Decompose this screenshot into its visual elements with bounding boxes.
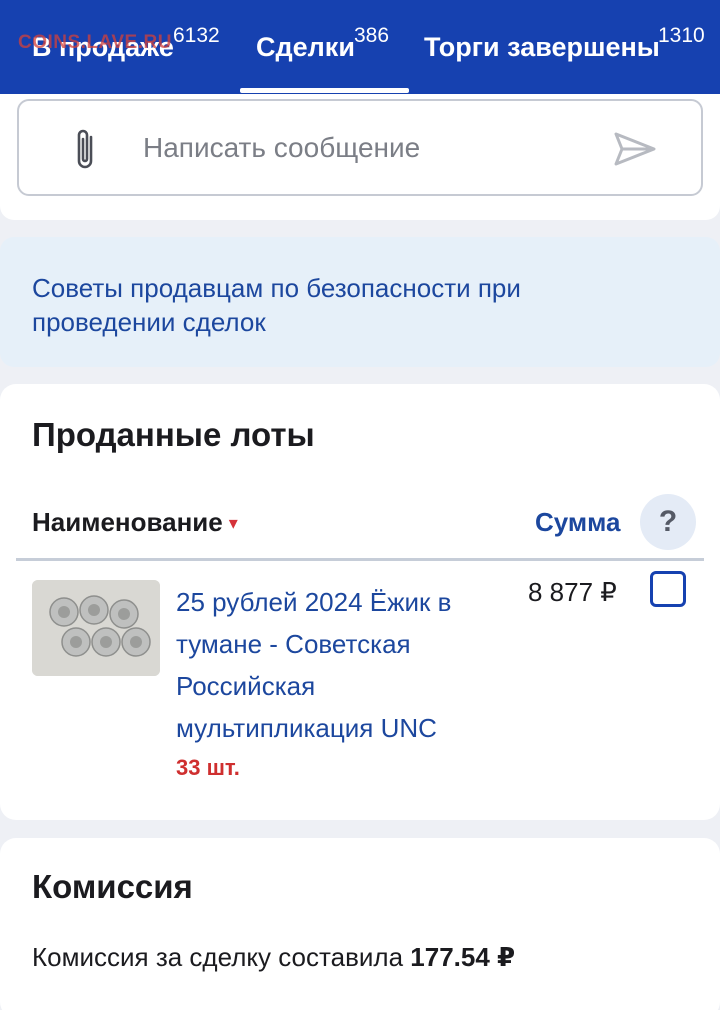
header-divider [16, 558, 704, 561]
tab-deals-count: 386 [354, 24, 390, 47]
tab-auctions-finished-label: Торги завершены [424, 32, 660, 62]
message-input[interactable]: Написать сообщение [17, 99, 703, 196]
message-card: Написать сообщение [0, 94, 720, 220]
sort-down-icon: ▾ [228, 513, 238, 533]
tab-for-sale-count: 6132 [173, 24, 220, 47]
column-name-label: Наименование [32, 507, 223, 537]
lot-price: 8 877 ₽ [528, 577, 617, 607]
lot-thumbnail[interactable] [32, 580, 160, 676]
message-placeholder: Написать сообщение [143, 132, 421, 163]
top-tab-bar: В продаже 6132 Сделки 386 Торги завершен… [0, 0, 720, 94]
sold-lots-card: Проданные лоты Наименование ▾ Сумма ? 25… [0, 384, 720, 820]
commission-amount: 177.54 ₽ [410, 942, 516, 972]
lot-quantity: 33 шт. [176, 755, 240, 780]
column-header-name[interactable]: Наименование ▾ [32, 507, 238, 538]
help-button[interactable]: ? [640, 494, 696, 550]
paperclip-icon[interactable] [69, 125, 101, 173]
watermark: COINS.LAVE.RU [18, 32, 172, 53]
commission-card: Комиссия Комиссия за сделку составила 17… [0, 838, 720, 1010]
active-tab-indicator [240, 88, 409, 93]
send-icon[interactable] [613, 131, 657, 167]
sold-lots-title: Проданные лоты [32, 416, 315, 453]
commission-title: Комиссия [32, 868, 193, 905]
column-header-sum[interactable]: Сумма [535, 507, 620, 538]
commission-text: Комиссия за сделку составила 177.54 ₽ [32, 942, 515, 973]
safety-tips-link[interactable]: Советы продавцам по безопасности при про… [32, 271, 652, 339]
commission-label: Комиссия за сделку составила [32, 942, 404, 972]
lot-select-checkbox[interactable] [650, 571, 686, 607]
safety-tips-banner[interactable]: Советы продавцам по безопасности при про… [0, 237, 720, 367]
lot-title-link[interactable]: 25 рублей 2024 Ёжик в тумане - Советская… [176, 581, 496, 749]
coins-image [32, 580, 160, 676]
tab-deals-label: Сделки [256, 32, 355, 62]
tab-auctions-finished-count: 1310 [658, 24, 705, 47]
